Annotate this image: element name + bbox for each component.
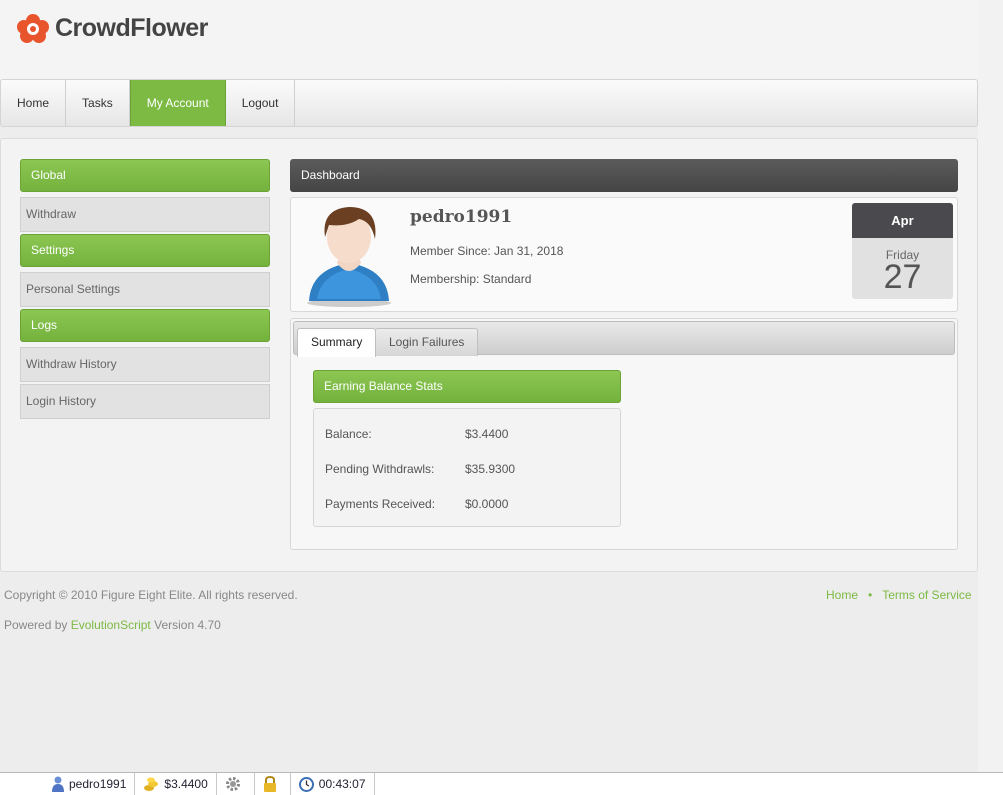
powered-prefix: Powered by bbox=[4, 618, 68, 632]
calendar-widget: Apr Friday 27 bbox=[852, 203, 953, 299]
nav-my-account[interactable]: My Account bbox=[129, 80, 226, 126]
payments-received-label: Payments Received: bbox=[325, 497, 436, 511]
coins-icon bbox=[144, 777, 159, 791]
statusbar-balance-value: $3.4400 bbox=[164, 777, 208, 791]
statusbar-balance[interactable]: $3.4400 bbox=[135, 773, 217, 795]
footer-copyright: Copyright © 2010 Figure Eight Elite. All… bbox=[4, 588, 298, 602]
footer-terms-link[interactable]: Terms of Service bbox=[882, 588, 971, 602]
earnings-box: Balance: $3.4400 Pending Withdrawls: $35… bbox=[313, 408, 621, 527]
evolutionscript-link[interactable]: EvolutionScript bbox=[71, 618, 151, 632]
logo[interactable]: CrowdFlower bbox=[15, 12, 208, 44]
flower-logo-icon bbox=[17, 14, 49, 43]
sidebar-link-personal-settings[interactable]: Personal Settings bbox=[20, 272, 270, 307]
header: CrowdFlower bbox=[0, 0, 978, 80]
sidebar-heading-settings[interactable]: Settings bbox=[20, 234, 270, 267]
pending-withdrawals-value: $35.9300 bbox=[465, 462, 516, 476]
tab-login-failures[interactable]: Login Failures bbox=[375, 328, 479, 356]
footer-separator: • bbox=[868, 588, 873, 602]
membership: Membership: Standard bbox=[410, 272, 532, 286]
dashboard-title: Dashboard bbox=[290, 159, 958, 192]
sidebar-link-withdraw[interactable]: Withdraw bbox=[20, 197, 270, 232]
gear-icon bbox=[225, 777, 240, 791]
clock-icon bbox=[298, 776, 314, 792]
profile-username: pedro1991 bbox=[410, 207, 513, 227]
pending-withdrawals-label: Pending Withdrawls: bbox=[325, 462, 435, 476]
nav-home[interactable]: Home bbox=[1, 80, 67, 126]
profile-card: pedro1991 Member Since: Jan 31, 2018 Mem… bbox=[290, 197, 958, 312]
footer-home-link[interactable]: Home bbox=[826, 588, 858, 602]
statusbar-spacer bbox=[0, 773, 44, 795]
member-since: Member Since: Jan 31, 2018 bbox=[410, 244, 564, 258]
sidebar-heading-global[interactable]: Global bbox=[20, 159, 270, 192]
scrollbar-track[interactable] bbox=[978, 0, 1003, 772]
user-icon bbox=[52, 776, 64, 792]
nav-tasks[interactable]: Tasks bbox=[66, 80, 130, 126]
statusbar-timer-value: 00:43:07 bbox=[318, 777, 366, 791]
sidebar-link-login-history[interactable]: Login History bbox=[20, 384, 270, 419]
sidebar-heading-logs[interactable]: Logs bbox=[20, 309, 270, 342]
calendar-day: 27 bbox=[883, 258, 922, 296]
payments-received-value: $0.0000 bbox=[465, 497, 509, 511]
brand-name: CrowdFlower bbox=[55, 13, 208, 42]
balance-value: $3.4400 bbox=[465, 427, 509, 441]
footer-links: Home • Terms of Service bbox=[826, 588, 972, 602]
tab-strip: Summary Login Failures bbox=[293, 321, 955, 357]
nav-logout[interactable]: Logout bbox=[226, 80, 296, 126]
statusbar-lock[interactable] bbox=[255, 773, 291, 795]
sidebar-link-withdraw-history[interactable]: Withdraw History bbox=[20, 347, 270, 382]
main-nav: Home Tasks My Account Logout bbox=[0, 79, 978, 127]
footer-powered-by: Powered by EvolutionScript Version 4.70 bbox=[4, 618, 221, 632]
statusbar-settings[interactable] bbox=[217, 773, 255, 795]
avatar-icon bbox=[307, 207, 391, 307]
statusbar-user[interactable]: pedro1991 bbox=[44, 773, 136, 795]
balance-label: Balance: bbox=[325, 427, 372, 441]
statusbar-timer[interactable]: 00:43:07 bbox=[291, 773, 375, 795]
lock-icon bbox=[263, 776, 276, 792]
statusbar-username: pedro1991 bbox=[69, 777, 127, 791]
calendar-month: Apr bbox=[852, 203, 953, 238]
powered-version: Version 4.70 bbox=[154, 618, 221, 632]
tab-summary[interactable]: Summary bbox=[297, 328, 377, 357]
earnings-title: Earning Balance Stats bbox=[313, 370, 621, 403]
status-bar: pedro1991 $3.4400 00:43:07 bbox=[0, 772, 1003, 795]
